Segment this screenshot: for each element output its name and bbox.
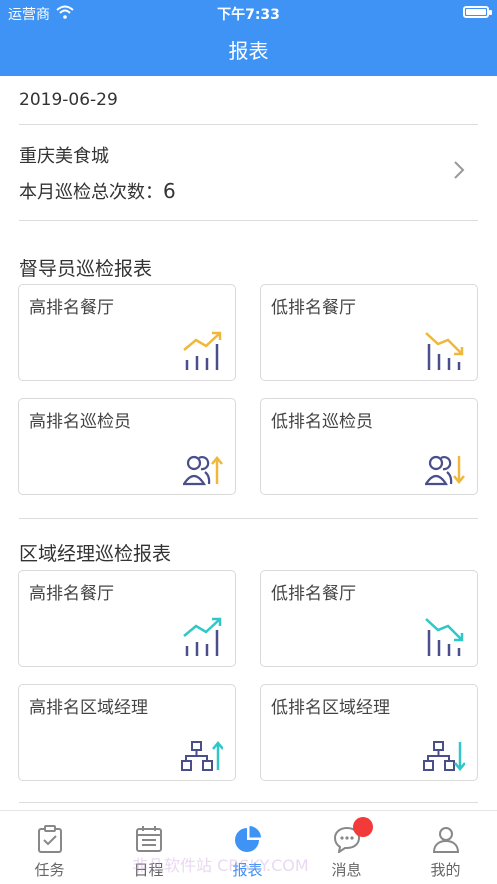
org-arrow-up-icon [181, 741, 223, 771]
nav-bar: 报表 [0, 26, 497, 76]
card-supervisor-low-inspector[interactable]: 低排名巡检员 [260, 398, 478, 495]
chevron-right-icon[interactable] [449, 160, 469, 180]
battery-icon [463, 6, 492, 18]
page-title: 报表 [228, 39, 269, 63]
tab-label: 任务 [34, 861, 65, 879]
card-label: 低排名区域经理 [271, 698, 390, 718]
trend-up-chart-icon [183, 331, 222, 370]
status-time: 下午7:33 [217, 7, 280, 23]
tab-profile[interactable]: 我的 [396, 811, 495, 884]
card-manager-low-restaurant[interactable]: 低排名餐厅 [260, 570, 478, 667]
divider [19, 518, 478, 519]
card-label: 低排名餐厅 [271, 584, 356, 604]
count-value: 6 [163, 179, 176, 203]
card-supervisor-high-inspector[interactable]: 高排名巡检员 [18, 398, 236, 495]
card-label: 高排名巡检员 [29, 412, 131, 432]
users-arrow-up-icon [183, 455, 223, 486]
card-label: 低排名餐厅 [271, 298, 356, 318]
card-label: 高排名区域经理 [29, 698, 148, 718]
tab-tasks[interactable]: 任务 [0, 811, 99, 884]
card-manager-high-restaurant[interactable]: 高排名餐厅 [18, 570, 236, 667]
user-icon [432, 827, 460, 853]
divider [19, 802, 478, 803]
card-manager-low-area-manager[interactable]: 低排名区域经理 [260, 684, 478, 781]
count-label: 本月巡检总次数： [19, 182, 163, 203]
card-label: 低排名巡检员 [271, 412, 373, 432]
card-manager-high-area-manager[interactable]: 高排名区域经理 [18, 684, 236, 781]
card-label: 高排名餐厅 [29, 298, 114, 318]
calendar-icon [136, 826, 162, 852]
divider [19, 220, 478, 221]
clipboard-check-icon [38, 825, 62, 853]
tab-messages[interactable]: 消息 [297, 811, 396, 884]
store-name: 重庆美食城 [19, 146, 109, 167]
status-bar: 运营商 下午7:33 [0, 0, 497, 26]
report-date: 2019-06-29 [19, 90, 118, 110]
trend-down-chart-icon [425, 618, 464, 656]
trend-up-chart-icon [183, 617, 222, 656]
section-title-area-manager: 区域经理巡检报表 [19, 543, 172, 565]
divider [19, 124, 478, 125]
tab-label: 消息 [331, 861, 362, 879]
org-arrow-down-icon [423, 741, 465, 771]
trend-down-chart-icon [425, 332, 464, 370]
unread-badge [353, 817, 373, 837]
card-supervisor-high-restaurant[interactable]: 高排名餐厅 [18, 284, 236, 381]
inspection-count: 本月巡检总次数：6 [19, 178, 176, 204]
tab-label: 我的 [430, 861, 461, 879]
pie-chart-icon [235, 826, 261, 852]
users-arrow-down-icon [425, 455, 465, 486]
section-title-supervisor: 督导员巡检报表 [19, 258, 153, 280]
watermark: 非凡软件站 CRSKY.COM [132, 856, 309, 875]
card-supervisor-low-restaurant[interactable]: 低排名餐厅 [260, 284, 478, 381]
card-label: 高排名餐厅 [29, 584, 114, 604]
